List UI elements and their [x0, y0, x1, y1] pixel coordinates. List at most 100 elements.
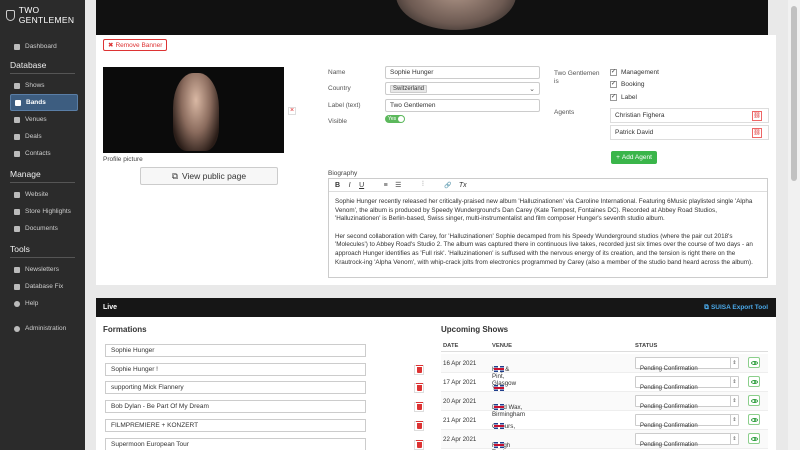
remove-profile-picture-button[interactable]: ×: [288, 107, 296, 115]
formation-row[interactable]: Sophie Hunger !: [105, 363, 366, 376]
agent-item: Patrick David: [610, 125, 769, 140]
building-icon: [14, 116, 20, 123]
status-select[interactable]: Pending Confirmation ⇕: [635, 376, 739, 391]
question-icon: [14, 300, 20, 307]
remove-agent-icon[interactable]: ⛓: [752, 111, 762, 121]
chevron-updown-icon: ⇕: [730, 395, 738, 407]
sidebar-item-contacts[interactable]: Contacts: [0, 145, 85, 162]
formations-title: Formations: [103, 325, 147, 334]
country-value: Switzerland: [390, 84, 428, 93]
column-header-venue[interactable]: VENUE: [492, 343, 512, 349]
bullet-list-icon[interactable]: ☰: [395, 181, 401, 189]
eye-icon: [750, 398, 758, 403]
uk-flag-icon: [494, 423, 504, 429]
page-scrollbar[interactable]: [788, 0, 800, 450]
visible-toggle[interactable]: Yes: [385, 115, 405, 123]
view-show-button[interactable]: [748, 414, 760, 425]
name-input[interactable]: Sophie Hunger: [385, 66, 540, 79]
user-plus-icon: +: [616, 154, 620, 161]
live-title: Live: [103, 304, 118, 311]
live-header: Live ⧉ SUISA Export Tool: [96, 298, 776, 317]
trash-icon[interactable]: [414, 421, 424, 431]
bold-icon[interactable]: B: [335, 182, 340, 189]
wrench-icon: [14, 283, 20, 290]
uk-flag-icon: [494, 404, 504, 410]
sidebar-item-dashboard[interactable]: Dashboard: [0, 38, 85, 55]
formation-row[interactable]: Sophie Hunger: [105, 344, 366, 357]
trash-icon[interactable]: [414, 383, 424, 393]
column-header-date[interactable]: DATE: [443, 343, 458, 349]
uk-flag-icon: [494, 385, 504, 391]
formation-row[interactable]: supporting Mick Flannery: [105, 381, 366, 394]
profile-picture[interactable]: [103, 67, 284, 153]
show-row[interactable]: 20 Apr 2021 Dead Wax, Birmingham Pending C…: [441, 392, 768, 418]
checkbox-management[interactable]: ✓ Management: [610, 69, 659, 76]
grid-icon: [14, 208, 20, 215]
show-row[interactable]: 21 Apr 2021Colours, LondonPending Confir…: [441, 411, 768, 437]
trash-icon[interactable]: [414, 440, 424, 450]
show-date: 20 Apr 2021: [443, 398, 477, 405]
view-show-button[interactable]: [748, 433, 760, 444]
remove-agent-icon[interactable]: ⛓: [752, 128, 762, 138]
show-row[interactable]: 16 Apr 2021Hug & Pint, GlasgowPending Co…: [441, 354, 768, 387]
status-select[interactable]: Pending Confirmation ⇕: [635, 414, 739, 429]
view-show-button[interactable]: [748, 357, 760, 368]
check-icon: ✓: [610, 94, 617, 101]
label-text-label: Label (text): [328, 102, 361, 109]
clear-format-icon[interactable]: Tx: [459, 182, 467, 189]
label-text-input[interactable]: Two Gentlemen: [385, 99, 540, 112]
remove-banner-button[interactable]: ✖ Remove Banner: [103, 39, 168, 51]
live-panel: Formations Sophie Hunger Sophie Hunger !…: [96, 317, 776, 450]
sidebar-item-administration[interactable]: Administration: [0, 320, 85, 337]
sidebar-item-database-fix[interactable]: Database Fix: [0, 278, 85, 295]
sidebar-item-bands[interactable]: Bands: [10, 94, 78, 111]
align-icon[interactable]: ⫶: [420, 181, 425, 189]
sidebar-item-deals[interactable]: Deals: [0, 128, 85, 145]
status-select[interactable]: Pending Confirmation ⇕: [635, 395, 739, 410]
formation-row[interactable]: Supermoon European Tour: [105, 438, 366, 450]
sidebar-item-store-highlights[interactable]: Store Highlights: [0, 203, 85, 220]
dashboard-icon: [14, 43, 20, 50]
two-gentlemen-is-label: Two Gentlemen is: [554, 70, 600, 85]
underline-icon[interactable]: U: [359, 182, 364, 189]
checkbox-label[interactable]: ✓ Label: [610, 94, 637, 101]
upcoming-shows-title: Upcoming Shows: [441, 325, 509, 334]
show-row[interactable]: 17 Apr 2021YES (Basement), ManchesterPen…: [441, 373, 768, 406]
trash-icon[interactable]: [414, 402, 424, 412]
check-icon: ✓: [610, 69, 617, 76]
column-header-status[interactable]: STATUS: [635, 343, 657, 349]
status-select[interactable]: Pending Confirmation ⇕: [635, 433, 739, 448]
country-select[interactable]: Switzerland ⌄: [385, 82, 540, 95]
ordered-list-icon[interactable]: ≡: [383, 182, 388, 189]
country-label: Country: [328, 85, 351, 92]
newspaper-icon: [14, 266, 20, 273]
formation-row[interactable]: Bob Dylan - Be Part Of My Dream: [105, 400, 366, 413]
chevron-updown-icon: ⇕: [730, 414, 738, 426]
trash-icon[interactable]: [414, 365, 424, 375]
status-select[interactable]: Pending Confirmation ⇕: [635, 357, 739, 372]
add-agent-button[interactable]: + Add Agent: [611, 151, 657, 164]
formation-row[interactable]: FILMPREMIERE + KONZERT: [105, 419, 366, 432]
shield-logo-icon: [6, 9, 15, 21]
sidebar-item-venues[interactable]: Venues: [0, 111, 85, 128]
view-public-page-button[interactable]: ⧉ View public page: [140, 167, 278, 185]
uk-flag-icon: [494, 442, 504, 448]
biography-editor[interactable]: B I U ≡ ☰ ⫶ 🔗 Tx Sophie Hunger recently …: [328, 178, 768, 278]
sidebar-item-website[interactable]: Website: [0, 186, 85, 203]
sidebar-item-newsletters[interactable]: Newsletters: [0, 261, 85, 278]
sidebar-item-help[interactable]: Help: [0, 295, 85, 312]
italic-icon[interactable]: I: [347, 182, 352, 189]
scrollbar-thumb[interactable]: [791, 6, 797, 181]
sidebar-item-shows[interactable]: Shows: [0, 77, 85, 94]
link-icon[interactable]: 🔗: [444, 182, 451, 189]
sidebar-item-documents[interactable]: Documents: [0, 220, 85, 237]
brand[interactable]: TWO GENTLEMEN: [0, 0, 85, 30]
view-show-button[interactable]: [748, 376, 760, 387]
checkbox-booking[interactable]: ✓ Booking: [610, 81, 645, 88]
suisa-export-link[interactable]: ⧉ SUISA Export Tool: [704, 304, 768, 312]
view-show-button[interactable]: [748, 395, 760, 406]
biography-paragraph: Her second collaboration with Carey, for…: [335, 232, 753, 266]
show-date: 22 Apr 2021: [443, 436, 477, 443]
show-row[interactable]: 22 Apr 2021Rough Trade, BristolPending C…: [441, 430, 768, 450]
biography-text[interactable]: Sophie Hunger recently released her crit…: [329, 192, 767, 267]
